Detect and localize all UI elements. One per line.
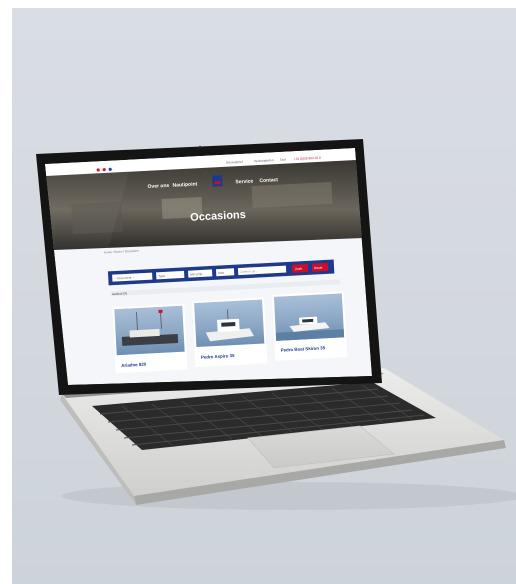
mockup-background: Nieuwsbrief Verkoopboten Taal +31 (0)35 …: [12, 8, 516, 584]
site-logo[interactable]: [212, 175, 223, 187]
nav-item[interactable]: Contact: [259, 177, 278, 184]
nav-item[interactable]: Service: [235, 178, 253, 185]
svg-text:Min prijs: Min prijs: [190, 272, 202, 277]
svg-text:Reset: Reset: [314, 266, 323, 270]
results-label: Aanbod (3): [112, 291, 127, 296]
svg-text:Zoek: Zoek: [295, 267, 303, 271]
top-link[interactable]: Taal: [280, 158, 286, 162]
svg-text:Type: Type: [158, 274, 165, 278]
camera-icon: [198, 145, 202, 149]
boat-card[interactable]: Pedro Aspiro 35: [192, 297, 268, 368]
svg-text:Max: Max: [218, 271, 225, 275]
nav-item[interactable]: Over ons: [147, 183, 169, 190]
boat-card[interactable]: Ariadne 820: [112, 303, 188, 374]
boat-card[interactable]: Pedro Boat Skiron 35: [271, 291, 348, 361]
laptop-scene: Nieuwsbrief Verkoopboten Taal +31 (0)35 …: [36, 139, 516, 510]
